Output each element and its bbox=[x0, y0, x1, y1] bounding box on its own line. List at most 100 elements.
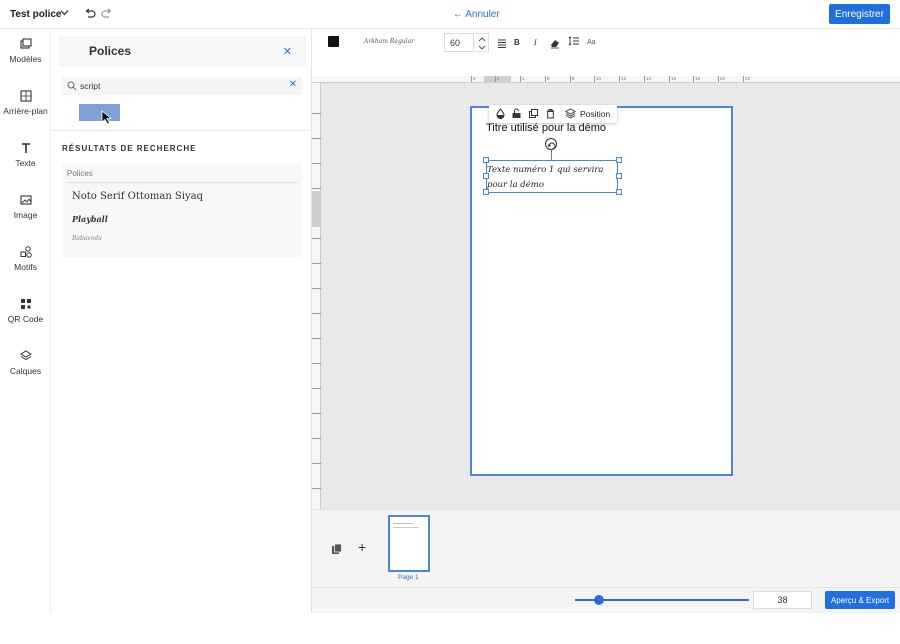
rail-item-qr-code[interactable]: QR Code bbox=[0, 297, 51, 341]
font-option[interactable]: Playball bbox=[72, 214, 108, 224]
page-strip: + Page 1 bbox=[312, 509, 900, 587]
rail-item-text[interactable]: Texte bbox=[0, 141, 51, 185]
document-title[interactable]: Test police bbox=[10, 9, 62, 20]
cancel-link[interactable]: ← Annuler bbox=[453, 9, 500, 20]
ruler-tick: 2 bbox=[495, 76, 500, 82]
rail-label: Modèles bbox=[9, 54, 42, 64]
canvas-header-space bbox=[312, 59, 900, 76]
rail-item-image[interactable]: Image bbox=[0, 193, 51, 237]
rail-label: Arrière-plan bbox=[3, 106, 48, 116]
clear-search-icon[interactable]: ✕ bbox=[289, 79, 297, 90]
line-height-icon[interactable] bbox=[568, 35, 580, 47]
ruler-tick-mark bbox=[312, 488, 321, 489]
rotate-handle[interactable] bbox=[545, 138, 557, 150]
tools-rail: Modèles Arrière-plan Texte Image Motifs … bbox=[0, 29, 51, 613]
ruler-tick-mark bbox=[312, 263, 321, 264]
unlock-icon[interactable] bbox=[511, 108, 522, 119]
top-bar: Test police ← Annuler Enregistrer bbox=[0, 0, 900, 29]
redo-icon[interactable] bbox=[101, 7, 113, 21]
zoom-input[interactable] bbox=[753, 591, 812, 609]
layers-icon[interactable] bbox=[565, 108, 576, 119]
arrow-left-icon: ← bbox=[453, 9, 463, 20]
ruler-tick-mark bbox=[312, 413, 321, 414]
ruler-tick: 22 bbox=[742, 76, 751, 82]
search-results-card: Polices Noto Serif Ottoman Siyaq Playbal… bbox=[62, 164, 302, 257]
resize-handle-left[interactable] bbox=[483, 173, 489, 179]
rail-item-templates[interactable]: Modèles bbox=[0, 37, 51, 81]
rail-label: QR Code bbox=[7, 314, 44, 324]
shapes-icon bbox=[20, 246, 32, 258]
stepper-arrows-icon bbox=[478, 37, 486, 50]
text-case-button[interactable]: Aa bbox=[587, 39, 596, 46]
ruler-tick-mark bbox=[312, 288, 321, 289]
text-color-swatch[interactable] bbox=[328, 36, 339, 47]
italic-button[interactable]: I bbox=[534, 38, 537, 47]
results-section-label: Polices bbox=[67, 169, 93, 178]
ruler-tick-mark bbox=[312, 438, 321, 439]
duplicate-page-icon[interactable] bbox=[331, 543, 343, 555]
bottom-bar: Aperçu & Export bbox=[312, 587, 900, 613]
zoom-slider-handle[interactable] bbox=[594, 595, 605, 605]
resize-handle-top-right[interactable] bbox=[616, 157, 622, 163]
rail-item-layers[interactable]: Calques bbox=[0, 349, 51, 393]
ruler-tick-mark bbox=[312, 188, 321, 189]
element-toolbar: Position bbox=[489, 105, 617, 123]
thumb-line bbox=[393, 527, 419, 528]
title-text-element[interactable]: Titre utilisé pour la démo bbox=[486, 122, 606, 134]
position-button[interactable]: Position bbox=[580, 109, 610, 119]
selected-text-content[interactable]: Texte numéro 1 qui servira pour la démo bbox=[487, 163, 619, 193]
font-option[interactable]: Babavoda bbox=[72, 235, 102, 242]
opacity-icon[interactable] bbox=[495, 108, 506, 119]
panel-header: Polices ✕ bbox=[58, 36, 306, 67]
close-icon[interactable]: ✕ bbox=[283, 45, 292, 58]
font-search-input[interactable] bbox=[80, 79, 275, 93]
text-icon bbox=[21, 143, 30, 153]
rail-label: Image bbox=[13, 210, 38, 220]
font-option[interactable]: Noto Serif Ottoman Siyaq bbox=[72, 191, 203, 202]
font-search-box: ✕ bbox=[62, 77, 302, 95]
selected-text-element[interactable]: Texte numéro 1 qui servira pour la démo bbox=[483, 157, 622, 195]
ruler-tick: 4 bbox=[520, 76, 525, 82]
cancel-label: Annuler bbox=[465, 9, 500, 20]
save-button[interactable]: Enregistrer bbox=[829, 4, 890, 24]
ruler-tick-mark bbox=[312, 338, 321, 339]
qr-code-icon bbox=[20, 299, 31, 309]
ruler-tick-mark bbox=[312, 388, 321, 389]
font-family-selector[interactable]: Arkham Regular bbox=[364, 38, 414, 45]
ruler-tick: 10 bbox=[593, 76, 602, 82]
font-size-stepper[interactable] bbox=[475, 33, 489, 52]
mouse-pointer-icon bbox=[101, 110, 113, 125]
resize-handle-top-left[interactable] bbox=[483, 157, 489, 163]
thumb-line bbox=[393, 523, 413, 524]
ruler-tick-mark bbox=[312, 363, 321, 364]
add-page-icon[interactable]: + bbox=[358, 539, 366, 555]
search-submit-button[interactable] bbox=[79, 104, 120, 121]
layers-icon bbox=[19, 350, 32, 361]
bold-button[interactable]: B bbox=[514, 38, 520, 47]
design-page[interactable]: Position Titre utilisé pour la démo Text… bbox=[470, 105, 733, 476]
chevron-down-icon[interactable] bbox=[60, 8, 69, 19]
rail-item-shapes[interactable]: Motifs bbox=[0, 245, 51, 289]
resize-handle-bottom-left[interactable] bbox=[483, 189, 489, 195]
resize-handle-bottom-right[interactable] bbox=[616, 189, 622, 195]
font-size-input[interactable] bbox=[444, 33, 474, 52]
canvas-workspace[interactable]: 0 2 4 6 8 10 12 14 16 18 20 22 Position … bbox=[312, 59, 900, 509]
rail-item-background[interactable]: Arrière-plan bbox=[0, 89, 51, 133]
align-justify-icon[interactable] bbox=[496, 37, 508, 49]
panel-divider bbox=[51, 130, 312, 131]
trash-icon[interactable] bbox=[545, 108, 556, 119]
search-results-heading: RÉSULTATS DE RECHERCHE bbox=[62, 144, 197, 153]
ruler-tick-mark bbox=[312, 113, 321, 114]
duplicate-icon[interactable] bbox=[528, 108, 539, 119]
eraser-icon[interactable] bbox=[549, 37, 561, 49]
page-thumbnail[interactable] bbox=[388, 515, 430, 572]
resize-handle-right[interactable] bbox=[616, 173, 622, 179]
results-divider bbox=[66, 182, 298, 183]
vertical-ruler bbox=[312, 83, 321, 509]
horizontal-ruler: 0 2 4 6 8 10 12 14 16 18 20 22 bbox=[312, 76, 900, 83]
ruler-tick: 20 bbox=[717, 76, 726, 82]
preview-export-button[interactable]: Aperçu & Export bbox=[825, 591, 895, 609]
undo-icon[interactable] bbox=[84, 7, 96, 21]
ruler-tick: 14 bbox=[643, 76, 652, 82]
ruler-tick-mark bbox=[312, 463, 321, 464]
